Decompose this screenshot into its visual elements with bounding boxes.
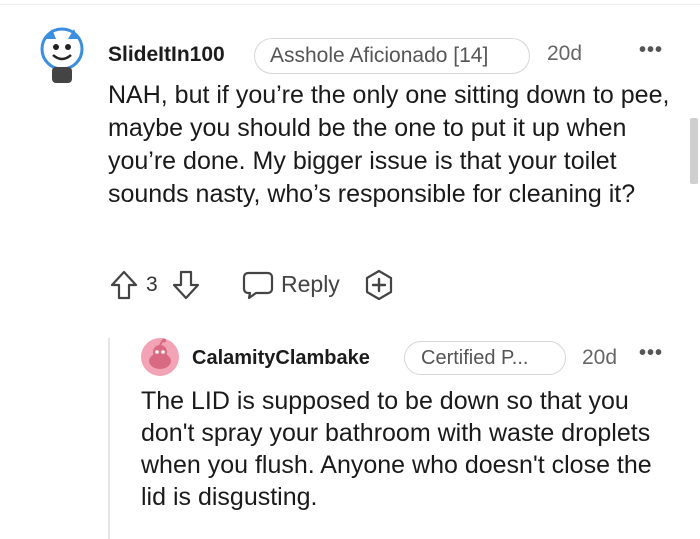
vote-score: 3 [146,273,158,296]
avatar-icon[interactable] [141,338,179,376]
award-icon[interactable] [363,269,395,301]
reply-username[interactable]: CalamityClambake [192,347,370,370]
scrollbar-thumb[interactable] [690,118,698,184]
more-options-icon[interactable]: ••• [639,39,663,62]
thread-line[interactable] [108,338,110,539]
comment-username[interactable]: SlideItIn100 [108,43,225,67]
downvote-icon[interactable] [172,270,200,300]
reply-age: 20d [582,346,618,369]
user-flair: Asshole Aficionado [14] [254,38,530,74]
reply-body: The LID is supposed to be down so that y… [141,387,652,511]
reply-label[interactable]: Reply [281,271,340,298]
avatar-icon[interactable] [38,27,86,85]
more-options-icon[interactable]: ••• [639,342,663,365]
comment-age: 20d [547,42,583,65]
upvote-icon[interactable] [110,270,138,300]
reply-icon[interactable] [242,270,274,300]
user-flair: Certified P... [404,341,566,375]
top-divider [0,4,700,5]
comment-body: NAH, but if you’re the only one sitting … [108,81,670,208]
